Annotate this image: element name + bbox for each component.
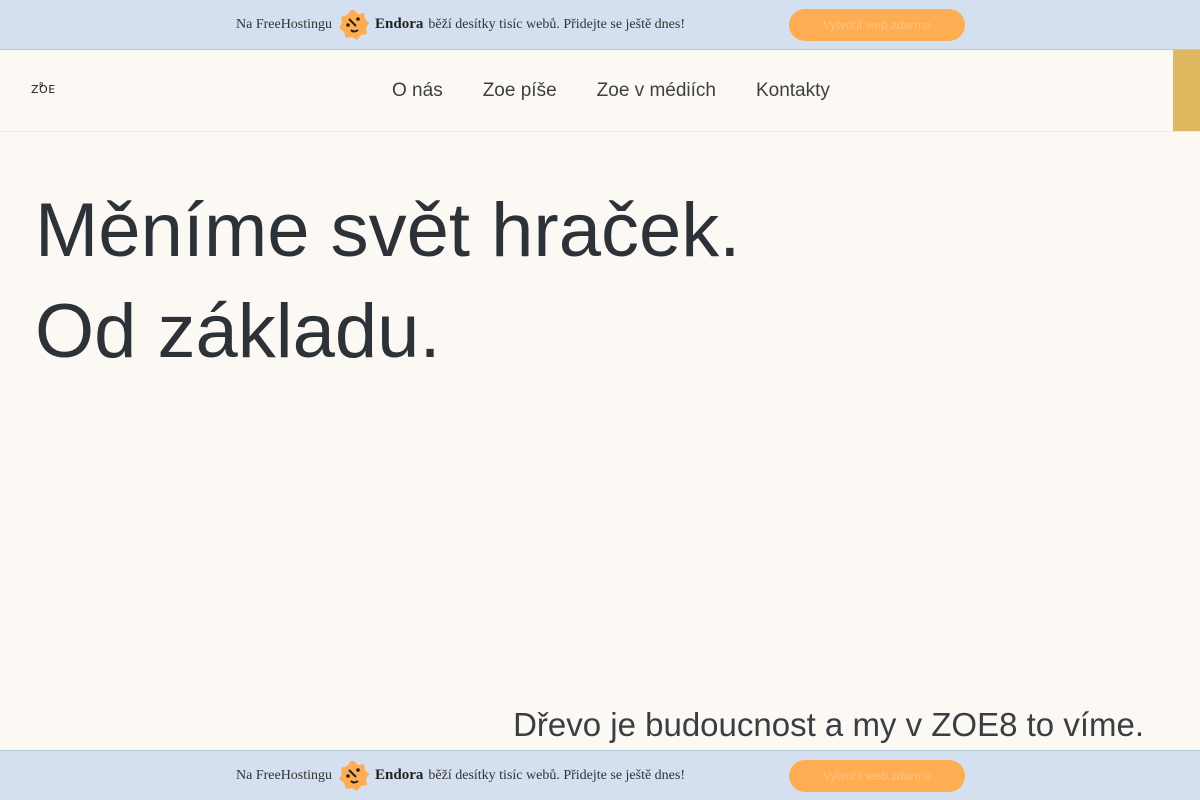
- promo-bar-top: Na FreeHostingu Endora běží desítky tisí…: [0, 0, 1200, 50]
- hero-line-1: Měníme svět hraček.: [35, 188, 741, 273]
- hero-heading: Měníme svět hraček. Od základu.: [35, 180, 740, 382]
- promo-text: běží desítky tisíc webů. Přidejte se ješ…: [428, 767, 686, 783]
- hero-line-2: Od základu.: [35, 289, 441, 374]
- side-tab[interactable]: [1173, 50, 1200, 131]
- promo-lead: Na FreeHostingu: [236, 16, 333, 32]
- nav-link-zoe-pise[interactable]: Zoe píše: [483, 80, 557, 102]
- nav-link-o-nas[interactable]: O nás: [392, 80, 443, 102]
- nav-link-kontakty[interactable]: Kontakty: [756, 80, 830, 102]
- promo-brand: Endora: [375, 767, 424, 783]
- tagline: Dřevo je budoucnost a my v ZOE8 to víme.: [513, 706, 1144, 743]
- promo-brand: Endora: [375, 16, 424, 32]
- nav-link-zoe-v-mediich[interactable]: Zoe v médiích: [597, 80, 716, 102]
- promo-message: Na FreeHostingu Endora běží desítky tisí…: [236, 751, 685, 800]
- logo[interactable]: 8 ZOE: [31, 81, 56, 96]
- promo-text: běží desítky tisíc webů. Přidejte se ješ…: [428, 16, 686, 32]
- endora-badge-icon: [339, 760, 370, 791]
- promo-lead: Na FreeHostingu: [236, 767, 333, 783]
- endora-badge-icon: [339, 9, 370, 40]
- promo-cta-button[interactable]: Vytvořit web zdarma: [789, 760, 965, 792]
- promo-cta-button[interactable]: Vytvořit web zdarma: [789, 9, 965, 41]
- main-nav: O nás Zoe píše Zoe v médiích Kontakty: [392, 50, 830, 131]
- site-header: 8 ZOE O nás Zoe píše Zoe v médiích Konta…: [0, 50, 1200, 132]
- promo-message: Na FreeHostingu Endora běží desítky tisí…: [236, 0, 685, 49]
- promo-bar-bottom: Na FreeHostingu Endora běží desítky tisí…: [0, 750, 1200, 800]
- logo-mark: 8: [39, 81, 44, 89]
